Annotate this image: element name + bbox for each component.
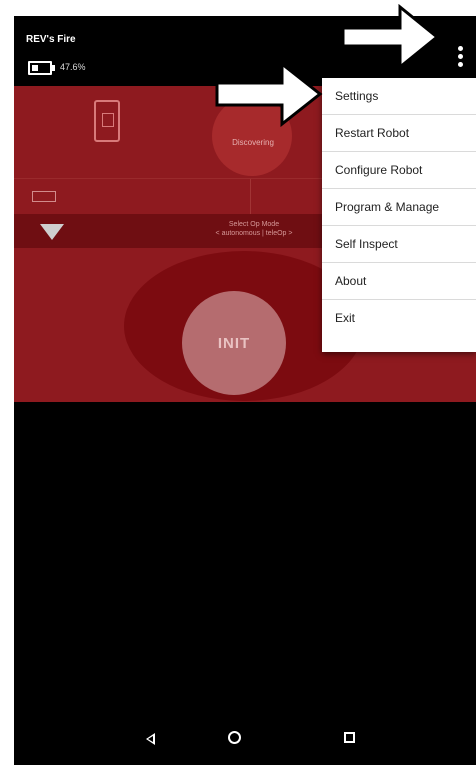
battery-percent: 47.6%: [60, 62, 86, 72]
op-mode-select-line2: < autonomous | teleOp >: [215, 230, 293, 237]
back-triangle-icon[interactable]: [146, 733, 155, 745]
init-button[interactable]: INIT: [182, 291, 286, 395]
battery-icon: [28, 61, 55, 75]
annotation-arrow-settings-icon: [215, 61, 323, 127]
menu-item-about[interactable]: About: [322, 263, 476, 300]
menu-item-exit[interactable]: Exit: [322, 300, 476, 337]
home-circle-icon[interactable]: [228, 731, 241, 744]
divider: [250, 179, 251, 215]
overflow-dot: [457, 46, 463, 51]
device-screen: REV's Fire 47.6% Discovering Select Op M…: [14, 16, 476, 765]
overflow-dot: [457, 54, 463, 59]
device-name: REV's Fire: [26, 34, 76, 45]
op-mode-dropdown-icon[interactable]: [40, 224, 64, 240]
menu-item-self-inspect[interactable]: Self Inspect: [322, 226, 476, 263]
menu-item-settings[interactable]: Settings: [322, 78, 476, 115]
more-vert-icon[interactable]: [452, 44, 468, 76]
menu-item-program-manage[interactable]: Program & Manage: [322, 189, 476, 226]
overflow-dot: [457, 62, 463, 67]
discovery-status-text: Discovering: [232, 138, 274, 147]
battery-fill: [32, 65, 38, 71]
op-mode-select-text: Select Op Mode < autonomous | teleOp >: [164, 220, 344, 238]
robot-battery-icon: [32, 191, 56, 202]
annotation-arrow-top-icon: [341, 4, 440, 70]
robot-controller-icon: [94, 100, 120, 142]
op-mode-select-line1: Select Op Mode: [228, 221, 280, 228]
overflow-menu: Settings Restart Robot Configure Robot P…: [322, 78, 476, 352]
navigation-bar: [14, 717, 476, 765]
recent-square-icon[interactable]: [344, 732, 355, 743]
menu-item-configure-robot[interactable]: Configure Robot: [322, 152, 476, 189]
menu-item-restart-robot[interactable]: Restart Robot: [322, 115, 476, 152]
